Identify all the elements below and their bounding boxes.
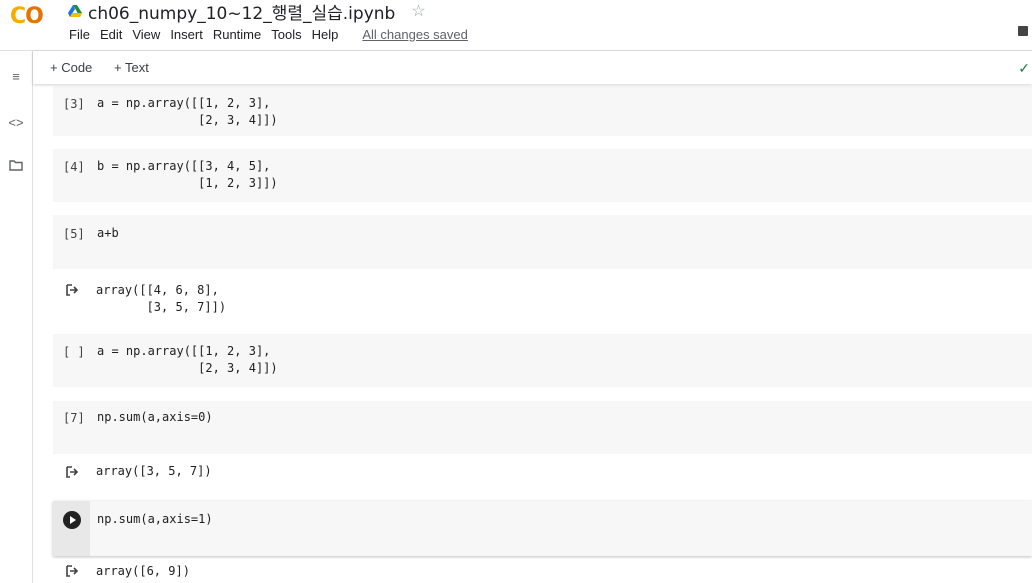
output-text: array([6, 9]) (96, 563, 190, 580)
execution-count: [7] (63, 411, 85, 425)
header: CO ch06_numpy_10~12_행렬_실습.ipynb ☆ File E… (0, 0, 1032, 51)
notebook-title[interactable]: ch06_numpy_10~12_행렬_실습.ipynb (88, 0, 395, 24)
connected-check-icon: ✓ (1018, 60, 1030, 76)
output-text: array([[4, 6, 8], [3, 5, 7]]) (96, 282, 226, 316)
menu-bar: File Edit View Insert Runtime Tools Help… (64, 27, 473, 42)
code-cell[interactable]: [ ] a = np.array([[1, 2, 3], [2, 3, 4]]) (53, 334, 1032, 387)
code-line: a = np.array([[1, 2, 3], (97, 344, 271, 358)
table-of-contents-icon[interactable]: ≡ (0, 69, 32, 84)
save-status[interactable]: All changes saved (357, 27, 473, 42)
cell-code[interactable]: a+b (97, 225, 119, 242)
code-line: np.sum(a,axis=0) (97, 410, 213, 424)
execution-count: [ ] (63, 345, 85, 359)
output-line: array([6, 9]) (96, 564, 190, 578)
menu-help[interactable]: Help (307, 27, 344, 42)
cell-code[interactable]: a = np.array([[1, 2, 3], [2, 3, 4]]) (97, 343, 278, 377)
menu-view[interactable]: View (127, 27, 165, 42)
menu-file[interactable]: File (64, 27, 95, 42)
code-line: [2, 3, 4]]) (97, 361, 278, 375)
menu-edit[interactable]: Edit (95, 27, 127, 42)
code-cell[interactable]: [3] a = np.array([[1, 2, 3], [2, 3, 4]]) (53, 86, 1032, 136)
cell-code[interactable]: np.sum(a,axis=0) (97, 409, 213, 426)
notebook-toolbar: + Code + Text ✓ (33, 51, 1032, 84)
code-cell[interactable]: [5] a+b (53, 215, 1032, 269)
output-line: array([[4, 6, 8], (96, 283, 219, 297)
colab-logo[interactable]: CO (10, 4, 44, 29)
code-snippets-icon[interactable]: <> (0, 115, 32, 130)
execution-count: [4] (63, 160, 85, 174)
menu-tools[interactable]: Tools (266, 27, 306, 42)
output-arrow-icon[interactable] (65, 564, 79, 578)
code-cell-active[interactable]: np.sum(a,axis=1) (53, 501, 1032, 556)
left-sidebar: ≡ <> (0, 51, 33, 583)
code-line: [2, 3, 4]]) (97, 113, 278, 127)
code-cell[interactable]: [7] np.sum(a,axis=0) (53, 401, 1032, 454)
menu-runtime[interactable]: Runtime (208, 27, 266, 42)
run-cell-button[interactable] (63, 511, 81, 529)
title-row: ch06_numpy_10~12_행렬_실습.ipynb ☆ (68, 0, 426, 24)
star-icon[interactable]: ☆ (411, 1, 425, 21)
output-line: [3, 5, 7]]) (96, 300, 227, 314)
code-line: a+b (97, 226, 119, 240)
cell-output: array([[4, 6, 8], [3, 5, 7]]) (53, 273, 1032, 329)
cell-output: array([3, 5, 7]) (53, 456, 1032, 496)
execution-count: [3] (63, 97, 85, 111)
cell-code[interactable]: np.sum(a,axis=1) (97, 511, 213, 528)
folder-icon[interactable] (0, 159, 32, 174)
add-code-button[interactable]: + Code (50, 60, 92, 75)
code-line: b = np.array([[3, 4, 5], (97, 159, 271, 173)
cell-code[interactable]: a = np.array([[1, 2, 3], [2, 3, 4]]) (97, 95, 278, 129)
add-text-button[interactable]: + Text (114, 60, 149, 75)
code-line: a = np.array([[1, 2, 3], (97, 96, 271, 110)
output-arrow-icon[interactable] (65, 283, 79, 297)
cell-output: array([6, 9]) (53, 559, 1032, 583)
code-line: np.sum(a,axis=1) (97, 512, 213, 526)
output-text: array([3, 5, 7]) (96, 463, 212, 480)
code-cell[interactable]: [4] b = np.array([[3, 4, 5], [1, 2, 3]]) (53, 149, 1032, 202)
drive-icon (68, 5, 82, 17)
cell-code[interactable]: b = np.array([[3, 4, 5], [1, 2, 3]]) (97, 158, 278, 192)
output-arrow-icon[interactable] (65, 465, 79, 479)
execution-count: [5] (63, 227, 85, 241)
output-line: array([3, 5, 7]) (96, 464, 212, 478)
code-line: [1, 2, 3]]) (97, 176, 278, 190)
comment-icon[interactable] (1018, 26, 1028, 36)
menu-insert[interactable]: Insert (165, 27, 208, 42)
